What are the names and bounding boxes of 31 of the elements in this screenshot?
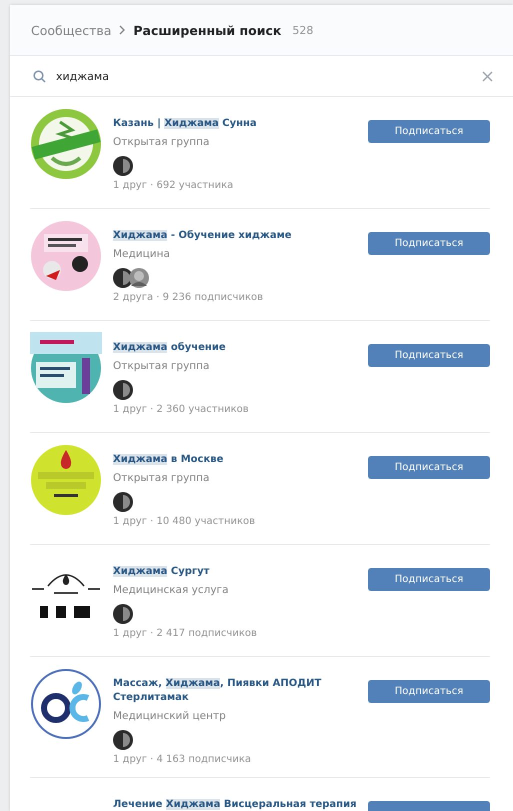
subscribe-button[interactable]: Подписаться (368, 456, 490, 479)
group-title-link[interactable]: Хиджама обучение (113, 341, 333, 355)
subscribe-button[interactable]: Подписаться (368, 232, 490, 255)
group-category: Открытая группа (113, 360, 210, 372)
group-title-link[interactable]: Казань | Хиджама Сунна (113, 117, 333, 131)
group-stats: 1 друг · 2 360 участников (113, 404, 250, 415)
search-icon (33, 70, 46, 82)
group-stats: 1 друг · 692 участника (113, 180, 234, 191)
close-icon (482, 70, 493, 82)
chevron-icon (118, 25, 126, 35)
subscribe-button[interactable]: Подписаться (368, 568, 490, 591)
subscribe-button[interactable]: Подписаться (368, 120, 490, 143)
group-title-link[interactable]: Хиджама в Москве (113, 453, 333, 467)
page-title: Расширенный поиск (133, 22, 282, 38)
group-category: Открытая группа (113, 472, 210, 484)
group-category: Медицинский центр (113, 710, 227, 722)
group-title-link[interactable]: Массаж, Хиджама, Пиявки АПОДИТ Стерлитамак (113, 677, 333, 705)
group-category: Медицинская услуга (113, 584, 230, 596)
group-title-link[interactable]: Хиджама - Обучение хиджаме (113, 229, 333, 243)
group-title-link[interactable]: Хиджама Сургут (113, 565, 333, 579)
group-title-link[interactable]: Лечение Хиджама Висцеральная терапия (113, 798, 368, 811)
result-count: 528 (292, 24, 314, 36)
group-stats: 1 друг · 4 163 подписчика (113, 754, 252, 765)
breadcrumb-link[interactable]: Сообщества (31, 22, 112, 38)
subscribe-button[interactable]: Подписаться (368, 344, 490, 367)
group-stats: 1 друг · 2 417 подписчиков (113, 628, 258, 639)
group-category: Медицина (113, 248, 171, 260)
group-stats: 1 друг · 10 480 участников (113, 516, 256, 527)
group-stats: 2 друга · 9 236 подписчиков (113, 292, 264, 303)
subscribe-button[interactable]: Подписаться (368, 680, 490, 703)
group-category: Открытая группа (113, 136, 210, 148)
